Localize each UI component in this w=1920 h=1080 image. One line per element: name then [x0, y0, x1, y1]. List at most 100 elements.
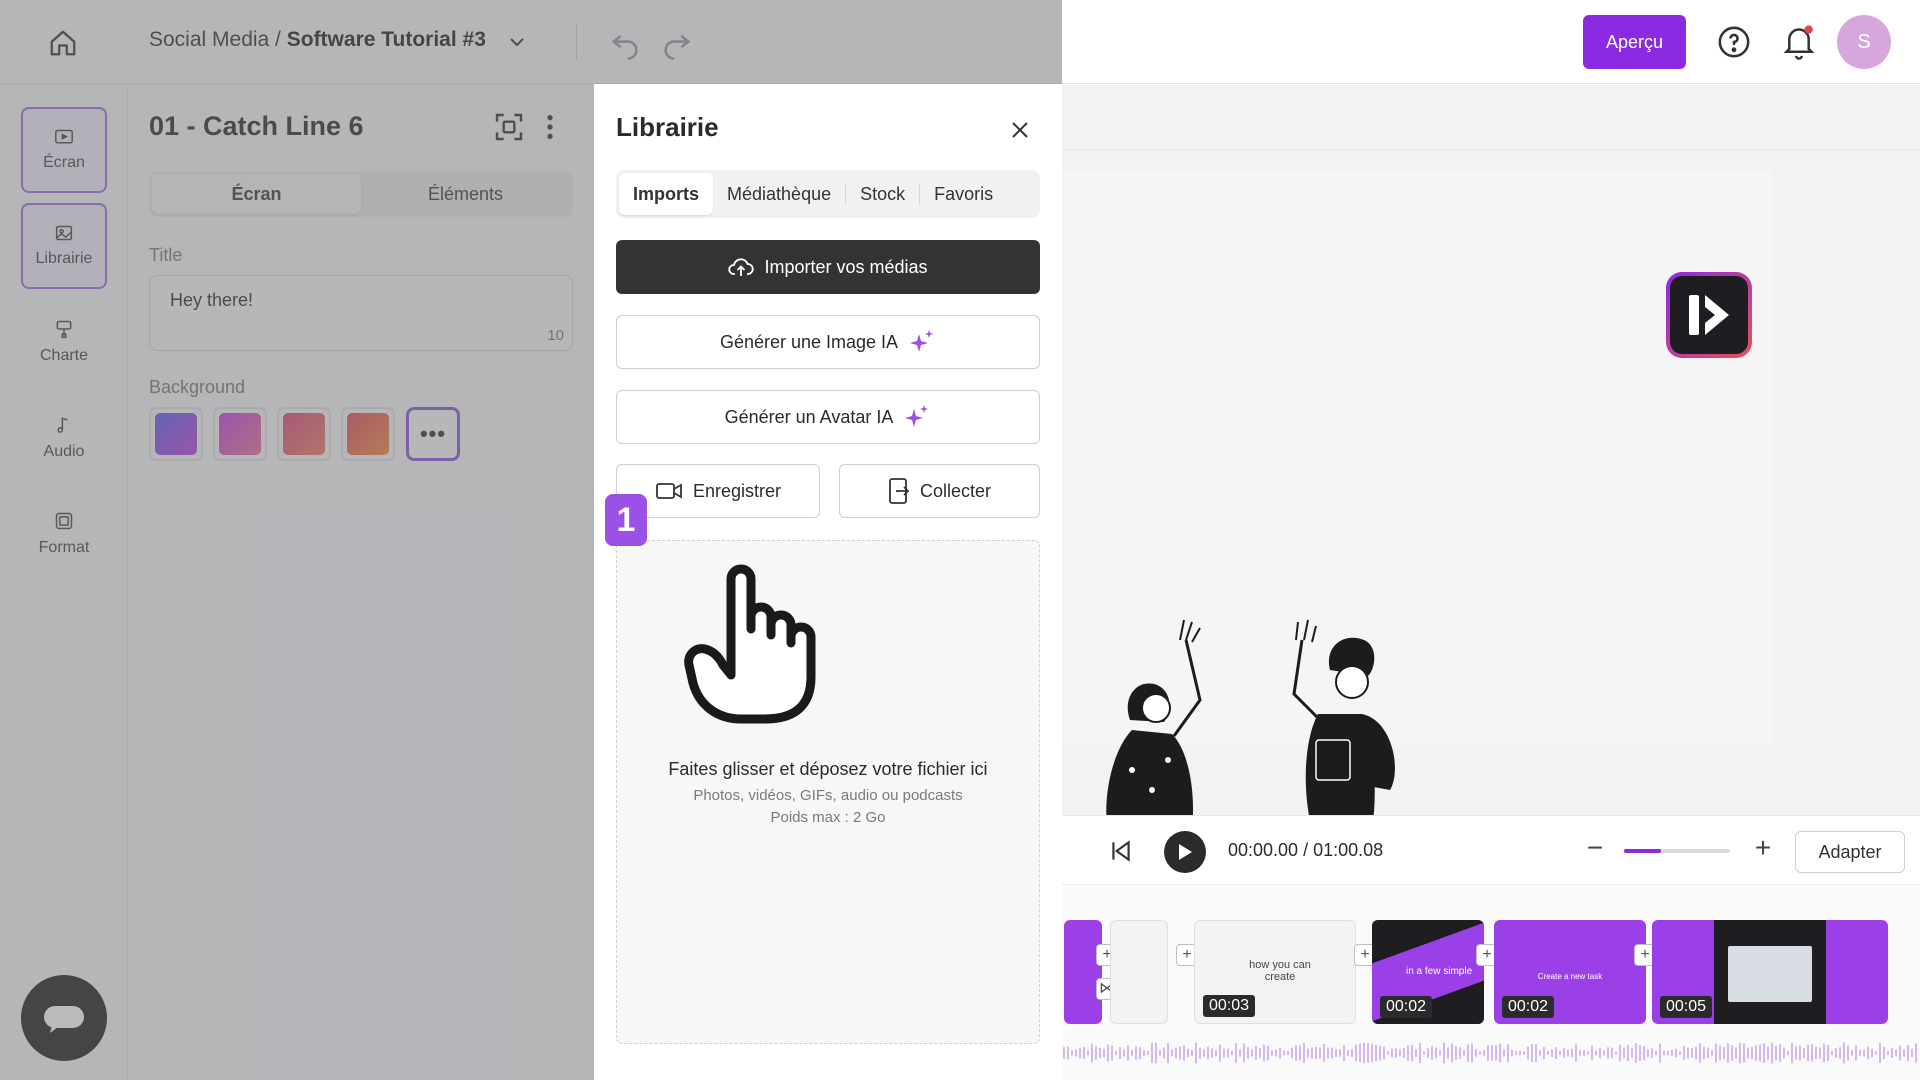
logo-mark-icon	[1689, 295, 1729, 335]
tab-mediatheque[interactable]: Médiathèque	[713, 173, 845, 215]
rail-item-audio[interactable]: Audio	[21, 395, 107, 481]
timeline-clip[interactable]: 00:05	[1652, 920, 1888, 1024]
home-icon	[50, 30, 76, 56]
rail-label: Audio	[43, 443, 85, 460]
chat-button[interactable]	[21, 975, 107, 1061]
tab-ecran[interactable]: Écran	[152, 174, 361, 214]
fit-button[interactable]: Adapter	[1795, 831, 1905, 873]
play-button[interactable]	[1164, 831, 1206, 873]
zoom-out-button[interactable]: −	[1582, 834, 1608, 862]
more-swatches-button[interactable]: •••	[406, 407, 460, 461]
brand-logo-inner	[1670, 276, 1748, 354]
clip-duration: 00:05	[1660, 996, 1713, 1018]
screen-icon	[55, 129, 73, 144]
background-swatch[interactable]	[341, 407, 395, 461]
timeline-clip[interactable]	[1064, 920, 1102, 1024]
clip-duration: 00:02	[1502, 996, 1555, 1018]
zoom-slider[interactable]	[1624, 849, 1730, 853]
library-tabs: Imports Médiathèque Stock Favoris	[616, 170, 1040, 218]
illustration-people	[1106, 619, 1395, 830]
avatar[interactable]: S	[1837, 15, 1891, 69]
clip-caption: Create a new task	[1537, 972, 1603, 981]
library-title: Librairie	[616, 112, 719, 142]
title-input-value: Hey there!	[170, 290, 254, 310]
background-swatch[interactable]	[213, 407, 267, 461]
top-bar-right: Aperçu S	[1062, 0, 1920, 84]
swatch-fill	[219, 413, 261, 455]
pointing-hand-icon	[684, 564, 816, 724]
record-label: Enregistrer	[692, 480, 782, 501]
dropzone-max-size: Poids max : 2 Go	[770, 809, 886, 826]
preview-button[interactable]: Aperçu	[1583, 15, 1686, 69]
swatch-fill	[155, 413, 197, 455]
chat-icon	[44, 1006, 84, 1033]
swatch-fill	[283, 413, 325, 455]
rail-label: Librairie	[35, 250, 93, 267]
zoom-in-button[interactable]: +	[1750, 834, 1776, 862]
file-dropzone[interactable]: Faites glisser et déposez votre fichier …	[616, 540, 1040, 1044]
tab-favoris[interactable]: Favoris	[920, 173, 1007, 215]
rail-item-librairie[interactable]: Librairie	[21, 203, 107, 289]
zoom-slider-fill	[1624, 849, 1662, 853]
background-swatch[interactable]	[149, 407, 203, 461]
timeline: + ⋈ + how you can create 00:03 + in a fe…	[1062, 886, 1920, 1080]
close-button[interactable]	[1004, 114, 1036, 146]
screen-panel: 01 - Catch Line 6 Écran Éléments Title H…	[129, 85, 594, 1080]
panel-title: 01 - Catch Line 6	[149, 111, 364, 141]
panel-tabs: Écran Éléments	[149, 171, 573, 217]
music-note-icon	[57, 417, 68, 433]
tab-imports[interactable]: Imports	[619, 173, 714, 215]
skip-back-icon[interactable]	[1108, 838, 1134, 864]
breadcrumb-folder: Social Media /	[149, 28, 287, 51]
undo-icon[interactable]	[608, 26, 642, 60]
divider	[576, 24, 577, 60]
timeline-clip[interactable]: in a few simple 00:02	[1372, 920, 1484, 1024]
rail-label: Écran	[43, 154, 85, 171]
video-canvas[interactable]	[1062, 170, 1773, 830]
top-bar: Social Media / Software Tutorial #3	[0, 0, 1062, 84]
library-panel: Librairie Imports Médiathèque Stock Favo…	[594, 84, 1062, 1080]
rail-item-format[interactable]: Format	[21, 491, 107, 577]
sparkle-icon	[910, 330, 934, 352]
home-button[interactable]	[42, 22, 84, 64]
collect-button[interactable]: Collecter	[839, 464, 1040, 518]
rail-item-charte[interactable]: Charte	[21, 299, 107, 385]
timeline-clip[interactable]: how you can create 00:03	[1194, 920, 1356, 1024]
breadcrumb[interactable]: Social Media / Software Tutorial #3	[149, 28, 486, 52]
dropzone-formats: Photos, vidéos, GIFs, audio ou podcasts	[693, 787, 963, 804]
notification-bell-icon[interactable]	[1782, 24, 1816, 60]
tab-elements[interactable]: Éléments	[361, 174, 570, 214]
brand-logo[interactable]	[1666, 272, 1752, 358]
swatch-fill	[347, 413, 389, 455]
import-media-label: Importer vos médias	[764, 256, 928, 277]
close-icon	[1012, 122, 1028, 138]
sparkle-icon	[905, 405, 929, 427]
generate-avatar-button[interactable]: Générer un Avatar IA	[616, 390, 1040, 444]
background-swatch[interactable]	[277, 407, 331, 461]
expand-icon[interactable]	[493, 111, 525, 143]
import-media-button[interactable]: Importer vos médias	[616, 240, 1040, 294]
character-count: 10	[547, 327, 564, 344]
side-rail: Écran Librairie Charte Audio Format	[0, 85, 128, 1080]
rail-item-ecran[interactable]: Écran	[21, 107, 107, 193]
generate-image-button[interactable]: Générer une Image IA	[616, 315, 1040, 369]
play-icon	[1179, 844, 1192, 860]
background-label: Background	[149, 377, 246, 397]
timeline-clip[interactable]: Create a new task 00:02	[1494, 920, 1646, 1024]
chevron-down-icon[interactable]	[505, 30, 529, 54]
generate-avatar-label: Générer un Avatar IA	[724, 406, 894, 427]
clip-screenshot-thumb	[1728, 946, 1812, 1002]
rail-label: Format	[38, 539, 90, 556]
tab-stock[interactable]: Stock	[846, 173, 919, 215]
canvas-area	[1062, 85, 1920, 830]
more-vertical-icon[interactable]	[540, 111, 560, 143]
project-name: Software Tutorial #3	[286, 28, 486, 51]
help-icon[interactable]	[1717, 25, 1751, 59]
clip-caption: in a few simple	[1406, 966, 1473, 977]
collect-label: Collecter	[919, 480, 992, 501]
rail-label: Charte	[39, 347, 89, 364]
redo-icon[interactable]	[660, 26, 694, 60]
step-badge: 1	[605, 494, 647, 546]
timeline-clip[interactable]	[1110, 920, 1168, 1024]
title-input[interactable]: Hey there! 10	[149, 275, 573, 351]
